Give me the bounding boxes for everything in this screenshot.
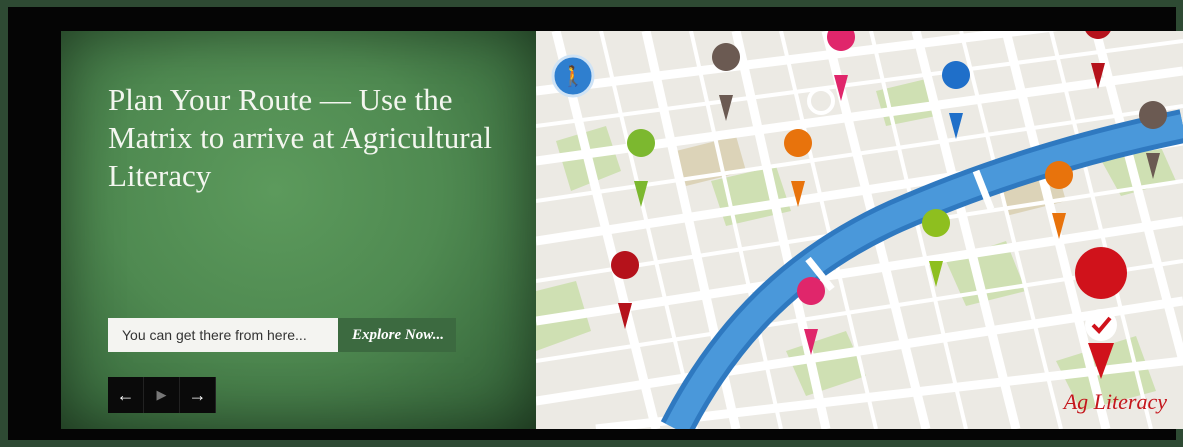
pedestrian-icon: 🚶 — [551, 54, 595, 98]
weather-icon — [627, 129, 656, 207]
heart-icon — [922, 209, 951, 287]
svg-text:🚶: 🚶 — [561, 64, 586, 88]
explore-now-link[interactable]: Explore Now... — [338, 318, 456, 352]
play-button[interactable]: ▶ — [144, 377, 180, 413]
slide-headline: Plan Your Route — Use the Matrix to arri… — [108, 82, 492, 193]
prev-slide-button[interactable]: ← — [108, 377, 144, 413]
city-map-illustration: 🚶 — [536, 31, 1183, 429]
hero-slide: Plan Your Route — Use the Matrix to arri… — [61, 31, 1183, 429]
ag-literacy-label: Ag Literacy — [1063, 389, 1167, 414]
call-to-action[interactable]: You can get there from here... Explore N… — [108, 318, 456, 352]
chalkboard-panel: Plan Your Route — Use the Matrix to arri… — [61, 31, 536, 429]
route-map-image: 🚶 Ag Literacy — [536, 31, 1183, 429]
geometry-icon — [712, 43, 741, 121]
cta-text: You can get there from here... — [108, 318, 338, 352]
next-slide-button[interactable]: → — [180, 377, 216, 413]
slider-controls: ← ▶ → — [108, 377, 216, 413]
